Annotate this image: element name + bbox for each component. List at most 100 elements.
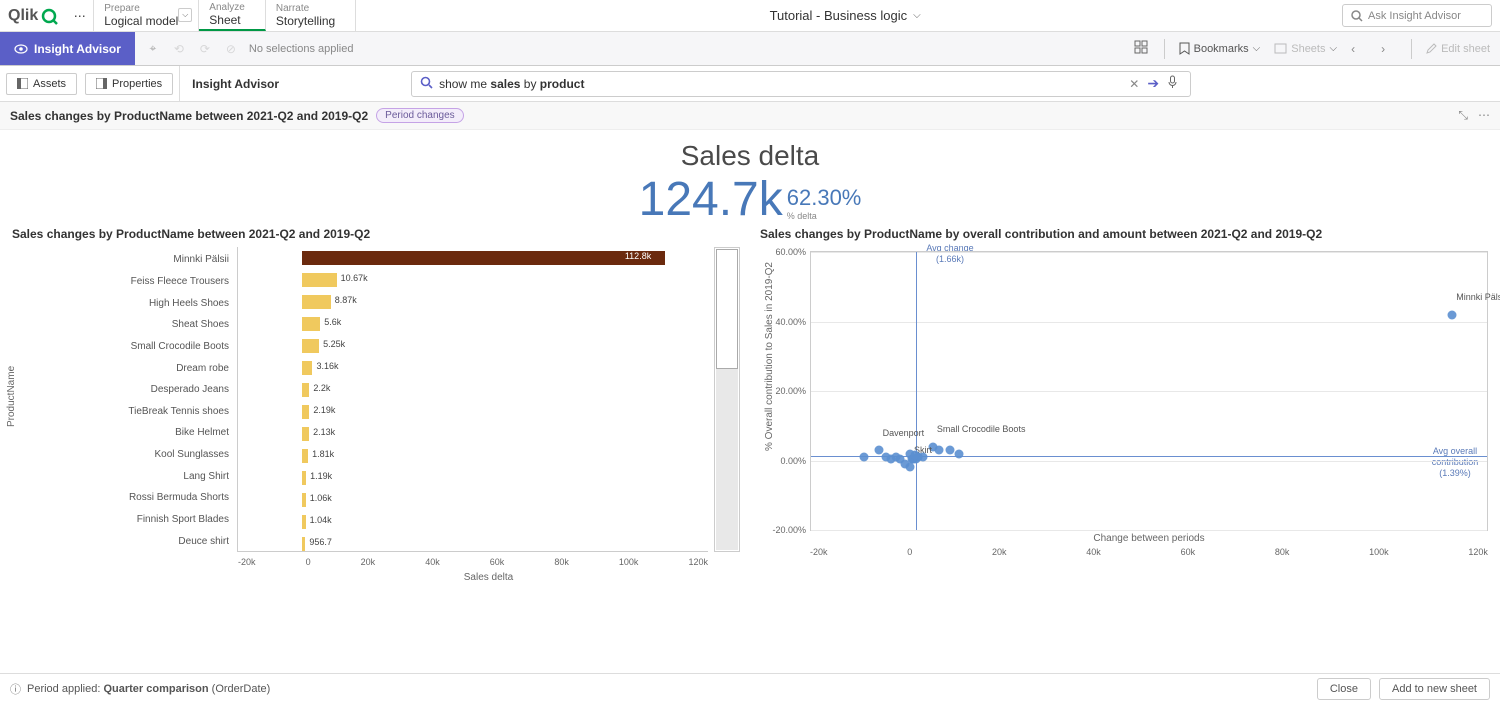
pencil-icon (1426, 43, 1437, 54)
insight-search-input[interactable]: show me sales by product ✕ ➔ (411, 71, 1191, 97)
bar-rect (302, 317, 320, 331)
add-to-sheet-button[interactable]: Add to new sheet (1379, 678, 1490, 700)
next-sheet-icon[interactable]: › (1381, 42, 1397, 56)
bar-category-label: Dream robe (12, 357, 237, 379)
panel-left-icon (17, 78, 28, 89)
bar-value-label: 1.19k (310, 471, 332, 481)
kpi-value: 124.7k (639, 172, 783, 227)
scatter-plot-area[interactable]: -20.00%0.00%20.00%40.00%60.00%Minnki Päl… (810, 251, 1488, 531)
smart-search-icon[interactable]: ⌖ (145, 41, 161, 57)
bar-value-label: 1.04k (310, 515, 332, 525)
bar-row[interactable]: 1.19k (238, 467, 708, 489)
bar-chart-scrollbar[interactable] (714, 247, 740, 552)
kpi-area: Sales delta 124.7k 62.30% % delta (0, 130, 1500, 227)
bar-value-label: 1.06k (310, 493, 332, 503)
chevron-down-icon: ⌵ (913, 10, 921, 21)
bar-x-tick: 100k (619, 557, 639, 567)
scatter-point-label: Davenport (883, 428, 925, 438)
clear-search-icon[interactable]: ✕ (1129, 77, 1139, 91)
bar-x-tick: 0 (306, 557, 311, 567)
scatter-point[interactable] (946, 446, 955, 455)
bar-row[interactable]: 5.6k (238, 313, 708, 335)
bar-row[interactable]: 5.25k (238, 335, 708, 357)
bar-category-label: Small Crocodile Boots (12, 336, 237, 358)
bar-row[interactable]: 1.04k (238, 511, 708, 533)
ask-insight-search[interactable]: Ask Insight Advisor (1342, 4, 1492, 27)
bar-category-label: Deuce shirt (12, 530, 237, 552)
scatter-x-tick: 20k (992, 547, 1007, 557)
kpi-sublabel: % delta (787, 211, 817, 221)
scatter-point-label: Small Crocodile Boots (937, 424, 1026, 434)
bar-value-label: 2.19k (313, 405, 335, 415)
edit-sheet-button[interactable]: Edit sheet (1426, 43, 1490, 55)
scatter-x-tick: 100k (1369, 547, 1389, 557)
scatter-y-tick: 0.00% (761, 456, 806, 466)
bar-row[interactable]: 3.16k (238, 357, 708, 379)
scatter-y-tick: -20.00% (761, 525, 806, 535)
bar-row[interactable]: 2.13k (238, 423, 708, 445)
top-header: Qlik ⋯ PrepareLogical model⌵AnalyzeSheet… (0, 0, 1500, 32)
bar-row[interactable]: 956.7 (238, 533, 708, 555)
step-back-icon[interactable]: ⟲ (171, 41, 187, 57)
bar-category-label: Rossi Bermuda Shorts (12, 487, 237, 509)
app-title-dropdown[interactable]: Tutorial - Business logic⌵ (770, 8, 921, 23)
bar-rect (302, 405, 309, 419)
scatter-y-tick: 60.00% (761, 247, 806, 257)
more-options-icon[interactable]: ⋯ (1478, 108, 1490, 123)
search-icon (1351, 10, 1363, 22)
scatter-point[interactable] (901, 459, 910, 468)
kpi-percent: 62.30% (787, 185, 862, 211)
selections-tool-icon[interactable] (1134, 40, 1150, 57)
properties-button[interactable]: Properties (85, 73, 173, 95)
bar-row[interactable]: 8.87k (238, 291, 708, 313)
bar-row[interactable]: 10.67k (238, 269, 708, 291)
bar-plot-area[interactable]: 112.8k10.67k8.87k 5.6k 5.25k3.16k2.2k 2.19k… (237, 247, 708, 552)
bar-row[interactable]: 2.2k (238, 379, 708, 401)
close-button[interactable]: Close (1317, 678, 1371, 700)
bar-x-tick: -20k (238, 557, 256, 567)
bar-rect (302, 361, 312, 375)
scatter-point[interactable] (934, 446, 943, 455)
top-tabs: PrepareLogical model⌵AnalyzeSheetNarrate… (94, 0, 356, 31)
bookmarks-menu[interactable]: Bookmarks⌵ (1179, 42, 1261, 55)
collapse-icon[interactable]: ⤡ (1458, 108, 1468, 123)
assets-button[interactable]: Assets (6, 73, 77, 95)
bar-x-tick: 120k (688, 557, 708, 567)
bar-value-label: 5.6k (324, 317, 341, 327)
scatter-x-axis-title: Change between periods (760, 533, 1488, 544)
scatter-point-label: Minnki Pälsii (1456, 292, 1500, 302)
bar-row[interactable]: 1.06k (238, 489, 708, 511)
bar-row[interactable]: 1.81k (238, 445, 708, 467)
submit-search-icon[interactable]: ➔ (1147, 75, 1159, 92)
info-icon: ⓘ (10, 681, 21, 697)
voice-search-icon[interactable] (1167, 75, 1178, 92)
top-tab-logical-model[interactable]: PrepareLogical model⌵ (94, 0, 199, 31)
bar-category-label: Kool Sunglasses (12, 444, 237, 466)
top-tab-storytelling[interactable]: NarrateStorytelling (266, 0, 356, 31)
bar-row[interactable]: 112.8k (238, 247, 708, 269)
scatter-point[interactable] (1448, 310, 1457, 319)
app-menu-button[interactable]: ⋯ (66, 0, 94, 31)
scatter-point[interactable] (860, 453, 869, 462)
top-tab-sheet[interactable]: AnalyzeSheet (199, 0, 266, 31)
bar-chart-panel: Sales changes by ProductName between 202… (12, 227, 740, 583)
scatter-point[interactable] (881, 453, 890, 462)
bookmark-icon (1179, 42, 1190, 55)
sheets-menu[interactable]: Sheets⌵ (1274, 43, 1337, 55)
scatter-chart-panel: Sales changes by ProductName by overall … (760, 227, 1488, 583)
clear-selections-icon[interactable]: ⊘ (223, 41, 239, 57)
bar-rect (302, 427, 309, 441)
analysis-title-row: Sales changes by ProductName between 202… (0, 102, 1500, 130)
prev-sheet-icon[interactable]: ‹ (1351, 42, 1367, 56)
eye-icon (14, 42, 28, 56)
scatter-point[interactable] (910, 451, 919, 460)
insight-advisor-button[interactable]: Insight Advisor (0, 32, 135, 65)
scatter-x-tick: -20k (810, 547, 828, 557)
scatter-x-tick: 0 (907, 547, 912, 557)
step-forward-icon[interactable]: ⟳ (197, 41, 213, 57)
scatter-point[interactable] (955, 449, 964, 458)
search-query-text: show me sales by product (439, 77, 1125, 91)
chevron-down-icon[interactable]: ⌵ (178, 8, 192, 22)
bar-row[interactable]: 2.19k (238, 401, 708, 423)
bar-rect (302, 449, 308, 463)
